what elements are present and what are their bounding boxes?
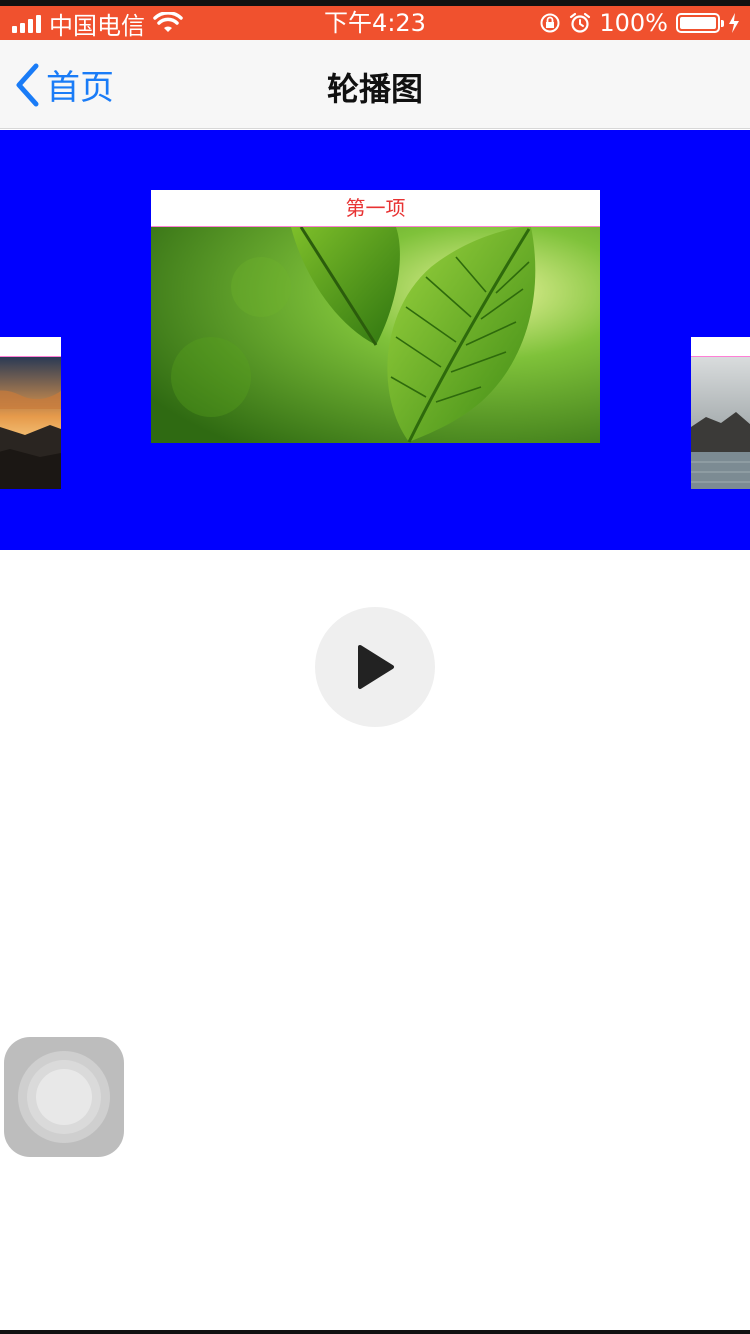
- carousel-card-previous[interactable]: [0, 337, 61, 489]
- carousel-card-caption: [691, 337, 750, 357]
- carousel-card-caption: [0, 337, 61, 357]
- battery-percent: 100%: [599, 9, 668, 37]
- page-title: 轮播图: [326, 70, 423, 108]
- charging-bolt-icon: [729, 13, 739, 33]
- assistive-touch-icon[interactable]: [4, 1037, 124, 1157]
- orientation-lock-icon: [540, 13, 560, 33]
- carousel-card-next[interactable]: [691, 337, 750, 489]
- carousel[interactable]: 第一项: [0, 130, 750, 550]
- play-button[interactable]: [315, 607, 435, 727]
- status-right: 100%: [539, 8, 740, 38]
- rocky-coast-image: [691, 357, 750, 489]
- sunset-mountain-image: [0, 357, 61, 489]
- carousel-card-active[interactable]: 第一项: [151, 190, 600, 443]
- screen-bottom-edge: [0, 1330, 750, 1334]
- status-bar: 中国电信 下午4:23 100%: [0, 6, 750, 40]
- play-icon: [358, 645, 394, 689]
- green-leaves-image: [151, 227, 600, 443]
- battery-icon: [676, 13, 724, 33]
- carousel-card-caption-active: 第一项: [151, 190, 600, 227]
- alarm-icon: [570, 12, 591, 33]
- navigation-bar: 首页 轮播图: [0, 40, 750, 129]
